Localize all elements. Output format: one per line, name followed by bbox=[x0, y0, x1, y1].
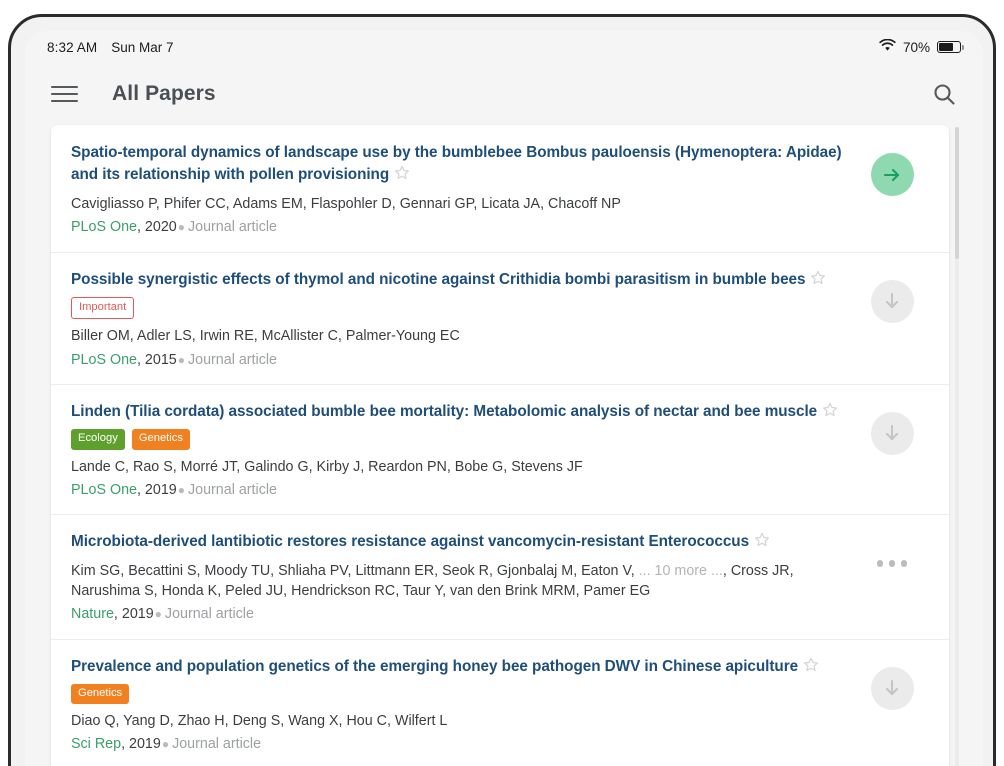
battery-icon bbox=[937, 41, 964, 53]
paper-list-item[interactable]: Microbiota-derived lantibiotic restores … bbox=[51, 514, 949, 638]
paper-action-area bbox=[857, 269, 927, 323]
paper-type: Journal article bbox=[172, 736, 262, 753]
search-icon[interactable] bbox=[932, 82, 957, 107]
authors-more-link[interactable]: ... 10 more ... bbox=[639, 563, 723, 579]
paper-title[interactable]: Linden (Tilia cordata) associated bumble… bbox=[71, 403, 817, 420]
paper-list-item[interactable]: Spatio-temporal dynamics of landscape us… bbox=[51, 125, 949, 252]
paper-tag[interactable]: Genetics bbox=[131, 429, 190, 450]
paper-details: Possible synergistic effects of thymol a… bbox=[71, 269, 857, 370]
download-paper-button[interactable] bbox=[870, 411, 914, 455]
paper-metadata: PLoS One, 2015● Journal article bbox=[71, 350, 857, 370]
paper-action-area bbox=[857, 401, 927, 455]
paper-tag[interactable]: Ecology bbox=[71, 429, 125, 450]
paper-authors: Biller OM, Adler LS, Irwin RE, McAlliste… bbox=[71, 328, 460, 345]
status-bar: 8:32 AM Sun Mar 7 70% bbox=[25, 31, 983, 63]
tablet-device-frame: 8:32 AM Sun Mar 7 70% All Papers Spatio-… bbox=[8, 14, 996, 766]
paper-journal[interactable]: Sci Rep bbox=[71, 736, 121, 752]
favorite-star-icon[interactable] bbox=[822, 402, 838, 423]
paper-year: , 2015 bbox=[136, 351, 177, 368]
page-title: All Papers bbox=[112, 82, 216, 105]
metadata-separator: ● bbox=[177, 220, 185, 235]
paper-tag[interactable]: Important bbox=[71, 297, 135, 320]
paper-title[interactable]: Spatio-temporal dynamics of landscape us… bbox=[71, 144, 842, 183]
more-options-button[interactable] bbox=[876, 542, 908, 585]
paper-tag[interactable]: Genetics bbox=[71, 683, 130, 705]
scrollbar-track[interactable] bbox=[955, 127, 959, 766]
paper-action-area bbox=[857, 142, 927, 196]
tag-row: Genetics bbox=[71, 683, 857, 705]
paper-action-area bbox=[857, 531, 927, 585]
paper-type: Journal article bbox=[187, 481, 277, 498]
paper-list-item[interactable]: Linden (Tilia cordata) associated bumble… bbox=[51, 383, 949, 514]
paper-metadata: PLoS One, 2019● Journal article bbox=[71, 480, 857, 500]
download-paper-button[interactable] bbox=[870, 666, 914, 710]
metadata-separator: ● bbox=[177, 482, 185, 497]
paper-details: Spatio-temporal dynamics of landscape us… bbox=[71, 142, 857, 238]
paper-authors: Kim SG, Becattini S, Moody TU, Shliaha P… bbox=[71, 562, 794, 599]
paper-year: , 2019 bbox=[113, 606, 154, 623]
hamburger-menu-icon[interactable] bbox=[51, 80, 78, 107]
status-date: Sun Mar 7 bbox=[111, 39, 174, 55]
paper-title[interactable]: Microbiota-derived lantibiotic restores … bbox=[71, 533, 749, 550]
paper-year: , 2019 bbox=[121, 736, 161, 753]
screenshot-root: 8:32 AM Sun Mar 7 70% All Papers Spatio-… bbox=[0, 0, 1004, 766]
paper-details: Prevalence and population genetics of th… bbox=[71, 656, 857, 755]
battery-percent-label: 70% bbox=[902, 39, 930, 55]
paper-journal[interactable]: PLoS One bbox=[71, 482, 137, 498]
paper-authors: Cavigliasso P, Phifer CC, Adams EM, Flas… bbox=[71, 195, 621, 212]
open-paper-button[interactable] bbox=[870, 153, 914, 196]
device-screen: 8:32 AM Sun Mar 7 70% All Papers Spatio-… bbox=[25, 31, 983, 766]
paper-journal[interactable]: PLoS One bbox=[71, 352, 137, 368]
paper-authors: Lande C, Rao S, Morré JT, Galindo G, Kir… bbox=[71, 458, 583, 475]
paper-title[interactable]: Prevalence and population genetics of th… bbox=[71, 658, 798, 675]
status-bar-right: 70% bbox=[879, 38, 964, 55]
paper-journal[interactable]: Nature bbox=[71, 606, 114, 622]
paper-year: , 2020 bbox=[136, 219, 177, 236]
paper-authors: Diao Q, Yang D, Zhao H, Deng S, Wang X, … bbox=[71, 713, 448, 730]
paper-list[interactable]: Spatio-temporal dynamics of landscape us… bbox=[51, 125, 949, 766]
favorite-star-icon[interactable] bbox=[803, 657, 819, 678]
favorite-star-icon[interactable] bbox=[394, 165, 410, 186]
metadata-separator: ● bbox=[161, 737, 170, 752]
paper-metadata: Nature, 2019● Journal article bbox=[71, 604, 857, 624]
wifi-icon bbox=[879, 38, 896, 55]
paper-details: Microbiota-derived lantibiotic restores … bbox=[71, 531, 857, 624]
paper-year: , 2019 bbox=[136, 481, 177, 498]
paper-list-item[interactable]: Possible synergistic effects of thymol a… bbox=[51, 251, 949, 384]
paper-metadata: PLoS One, 2020● Journal article bbox=[71, 217, 857, 237]
favorite-star-icon[interactable] bbox=[754, 532, 770, 553]
paper-action-area bbox=[857, 656, 927, 710]
status-time: 8:32 AM bbox=[47, 39, 98, 55]
metadata-separator: ● bbox=[154, 607, 162, 622]
tag-row: Important bbox=[71, 297, 857, 320]
paper-details: Linden (Tilia cordata) associated bumble… bbox=[71, 401, 857, 500]
paper-type: Journal article bbox=[187, 351, 277, 368]
app-toolbar: All Papers bbox=[25, 63, 983, 125]
download-paper-button[interactable] bbox=[870, 279, 914, 323]
paper-type: Journal article bbox=[187, 219, 277, 236]
tag-row: Ecology Genetics bbox=[71, 429, 857, 450]
metadata-separator: ● bbox=[177, 352, 185, 367]
paper-type: Journal article bbox=[164, 606, 254, 623]
status-bar-left: 8:32 AM Sun Mar 7 bbox=[47, 40, 174, 55]
paper-list-item[interactable]: Prevalence and population genetics of th… bbox=[51, 638, 949, 766]
paper-title[interactable]: Possible synergistic effects of thymol a… bbox=[71, 271, 806, 288]
paper-journal[interactable]: PLoS One bbox=[71, 219, 137, 235]
paper-metadata: Sci Rep, 2019● Journal article bbox=[71, 734, 857, 754]
scrollbar-thumb[interactable] bbox=[955, 127, 959, 259]
favorite-star-icon[interactable] bbox=[810, 270, 826, 291]
